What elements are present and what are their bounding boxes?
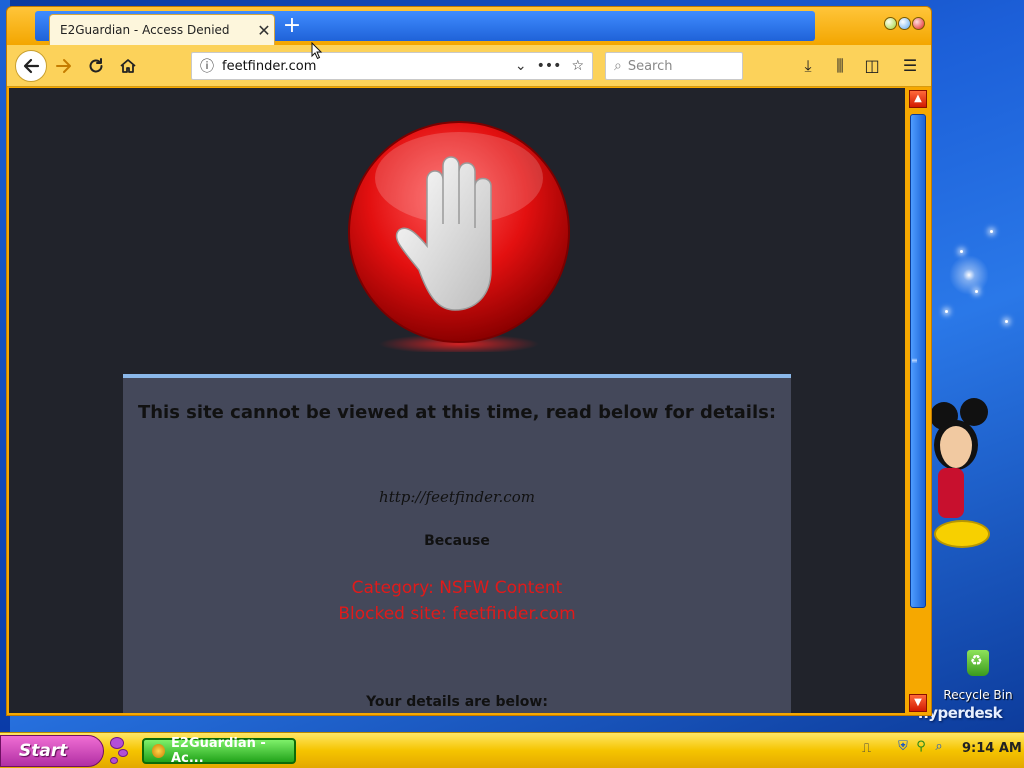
home-icon: [120, 59, 136, 73]
page-viewport: This site cannot be viewed at this time,…: [9, 88, 905, 713]
arrow-right-icon: [56, 59, 71, 73]
minimize-button[interactable]: [884, 17, 897, 30]
start-button[interactable]: Start: [0, 735, 104, 767]
scrollbar-grip: ≡: [911, 356, 918, 365]
chevron-down-icon[interactable]: ⌄: [515, 58, 527, 74]
browser-window: E2Guardian - Access Denied ✕ + ⓘ feetfin…: [6, 6, 932, 716]
url-text[interactable]: feetfinder.com: [222, 59, 515, 74]
scroll-up-button[interactable]: ▲: [909, 90, 927, 108]
library-icon[interactable]: ⫼: [829, 56, 851, 78]
access-denied-panel: This site cannot be viewed at this time,…: [123, 374, 791, 713]
tab-close-icon[interactable]: ✕: [254, 21, 274, 40]
sparkle-decoration: [990, 230, 993, 233]
taskbar: Start E2Guardian - Ac... ⎍ ⛨ ⚲ ⌕ 9:14 AM: [0, 732, 1024, 768]
taskbar-button-label: E2Guardian - Ac...: [171, 736, 266, 766]
search-input[interactable]: [627, 58, 728, 74]
arrow-left-icon: [23, 58, 40, 74]
forward-button[interactable]: [51, 53, 77, 79]
hamburger-menu-icon[interactable]: ☰: [899, 56, 921, 78]
mickey-mouse-wallpaper-figure: [930, 398, 990, 558]
tab-access-denied[interactable]: E2Guardian - Access Denied ✕: [49, 14, 275, 45]
system-tray: ⛨ ⚲ ⌕: [896, 739, 946, 755]
recycle-bin-desktop-icon[interactable]: Recycle Bin: [940, 650, 1016, 702]
vertical-scrollbar[interactable]: ▲ ≡ ▼: [907, 88, 929, 715]
blocked-site-reason: Blocked site: feetfinder.com: [338, 604, 576, 624]
search-icon: ⌕: [614, 58, 622, 74]
sparkle-decoration: [1005, 320, 1008, 323]
block-heading: This site cannot be viewed at this time,…: [137, 402, 777, 423]
sparkle-decoration: [960, 250, 963, 253]
maximize-button[interactable]: [898, 17, 911, 30]
clock[interactable]: 9:14 AM: [962, 741, 1022, 756]
title-bar: E2Guardian - Access Denied ✕ +: [7, 7, 931, 45]
more-icon[interactable]: •••: [537, 58, 562, 74]
reload-icon: [89, 58, 103, 73]
shield-icon[interactable]: ⛨: [896, 739, 910, 755]
tab-title: E2Guardian - Access Denied: [60, 23, 230, 37]
recycle-bin-icon: [967, 650, 989, 676]
mouse-cursor-icon: [311, 42, 323, 60]
search-box[interactable]: ⌕: [605, 52, 743, 80]
sparkle-decoration: [945, 310, 948, 313]
keyboard-lock-icon[interactable]: ⎍: [862, 741, 871, 756]
sparkle-decoration: [975, 290, 978, 293]
reload-button[interactable]: [83, 53, 109, 79]
bubbles-decoration: [108, 737, 130, 765]
taskbar-button-e2guardian[interactable]: E2Guardian - Ac...: [142, 736, 296, 766]
new-tab-button[interactable]: +: [281, 15, 303, 38]
browser-app-icon: [152, 744, 166, 758]
sidebar-icon[interactable]: ◫: [861, 56, 883, 78]
recycle-bin-label: Recycle Bin: [943, 688, 1013, 702]
details-heading: Your details are below:: [366, 694, 548, 710]
sparkle-burst-decoration: [934, 240, 1004, 310]
stop-hand-icon: [348, 121, 570, 352]
download-icon[interactable]: ⤓: [797, 56, 819, 78]
home-button[interactable]: [115, 53, 141, 79]
scroll-down-button[interactable]: ▼: [909, 694, 927, 712]
info-icon[interactable]: ⓘ: [192, 56, 222, 76]
navigation-toolbar: ⓘ feetfinder.com ⌄ ••• ☆ ⌕ ⤓ ⫼ ◫ ☰: [7, 45, 931, 87]
because-label: Because: [424, 533, 490, 549]
back-button[interactable]: [15, 50, 47, 82]
block-category: Category: NSFW Content: [351, 578, 563, 598]
star-icon[interactable]: ☆: [571, 58, 584, 74]
close-window-button[interactable]: [912, 17, 925, 30]
address-bar[interactable]: ⓘ feetfinder.com ⌄ ••• ☆: [191, 52, 593, 80]
network-icon[interactable]: ⚲: [914, 739, 928, 755]
blocked-url: http://feetfinder.com: [379, 488, 535, 506]
magnifier-icon[interactable]: ⌕: [932, 739, 946, 755]
